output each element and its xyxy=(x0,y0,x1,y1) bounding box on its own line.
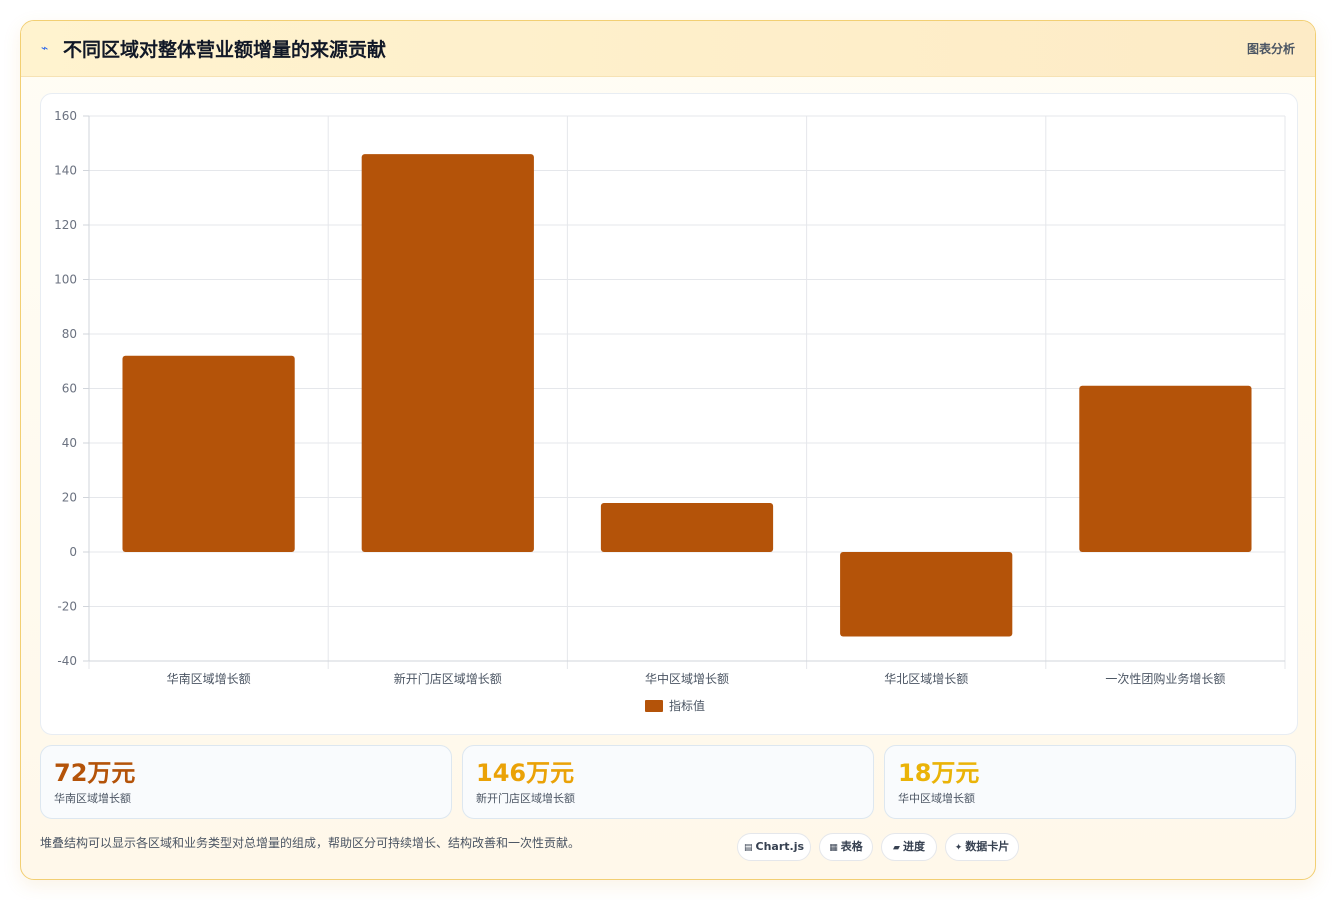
y-tick-label: -40 xyxy=(57,654,77,668)
card-header: ⌁ 不同区域对整体营业额增量的来源贡献 图表分析 xyxy=(21,21,1315,77)
y-tick-label: 100 xyxy=(54,273,77,287)
bar-chart-icon: ▤ xyxy=(743,843,753,853)
bar-chart: -40 -20 0 20 40 60 80 100 120 140 160 华南区域增长额 新开门店区域… xyxy=(54,109,1286,713)
y-tick-label: 20 xyxy=(62,491,77,505)
chip-label: Chart.js xyxy=(755,840,805,853)
chip-label: 进度 xyxy=(902,840,925,853)
footer-description: 堆叠结构可以显示各区域和业务类型对总增量的组成，帮助区分可持续增长、结构改善和一… xyxy=(40,836,581,850)
chip-table[interactable]: ▦ 表格 xyxy=(819,833,873,861)
bar xyxy=(600,502,774,552)
bar xyxy=(361,154,534,552)
y-tick-label: 160 xyxy=(54,109,77,123)
legend-label: 指标值 xyxy=(669,698,705,713)
chip-progress[interactable]: ▰ 进度 xyxy=(881,833,937,861)
y-tick-label: 40 xyxy=(62,436,77,450)
table-icon: ▦ xyxy=(829,843,838,853)
x-tick-label: 华南区域增长额 xyxy=(167,671,251,686)
bar xyxy=(122,355,295,552)
x-tick-label: 新开门店区域增长额 xyxy=(394,671,502,686)
sparkle-icon: ✦ xyxy=(954,843,963,853)
chip-label: 表格 xyxy=(840,840,863,853)
chart-panel: -40 -20 0 20 40 60 80 100 120 140 160 华南区域增长额 新开门店区域… xyxy=(40,93,1298,735)
kpi-value: 18万元 xyxy=(898,759,980,787)
x-tick-label: 华北区域增长额 xyxy=(884,672,968,686)
chip-chartjs[interactable]: ▤ Chart.js xyxy=(737,833,811,861)
x-tick-label: 一次性团购业务增长额 xyxy=(1105,671,1225,686)
progress-icon: ▰ xyxy=(893,843,900,853)
kpi-value: 146万元 xyxy=(476,759,575,787)
y-tick-label: -20 xyxy=(57,600,77,614)
header-tag: 图表分析 xyxy=(1246,42,1295,56)
chip-label: 数据卡片 xyxy=(965,840,1010,853)
kpi-card-3: 18万元 华中区域增长额 xyxy=(884,745,1296,819)
y-tick-label: 140 xyxy=(54,164,77,178)
y-tick-label: 0 xyxy=(69,545,77,559)
legend-swatch xyxy=(645,700,663,712)
bar xyxy=(1079,385,1252,552)
x-tick-label: 华中区域增长额 xyxy=(645,671,729,686)
chart-card: ⌁ 不同区域对整体营业额增量的来源贡献 图表分析 -40 -20 0 20 40 60 80… xyxy=(20,20,1316,880)
page-title: 不同区域对整体营业额增量的来源贡献 xyxy=(63,39,387,61)
y-tick-label: 120 xyxy=(54,218,77,232)
bar xyxy=(840,552,1013,637)
kpi-card-1: 72万元 华南区域增长额 xyxy=(40,745,452,819)
chart-line-icon: ⌁ xyxy=(41,41,49,55)
kpi-label: 华中区域增长额 xyxy=(898,792,975,805)
kpi-value: 72万元 xyxy=(54,759,136,787)
y-tick-label: 60 xyxy=(62,382,77,396)
kpi-card-2: 146万元 新开门店区域增长额 xyxy=(462,745,874,819)
kpi-label: 新开门店区域增长额 xyxy=(476,792,575,805)
chip-data-card[interactable]: ✦ 数据卡片 xyxy=(945,833,1019,861)
y-tick-label: 80 xyxy=(62,327,77,341)
kpi-label: 华南区域增长额 xyxy=(54,792,131,805)
